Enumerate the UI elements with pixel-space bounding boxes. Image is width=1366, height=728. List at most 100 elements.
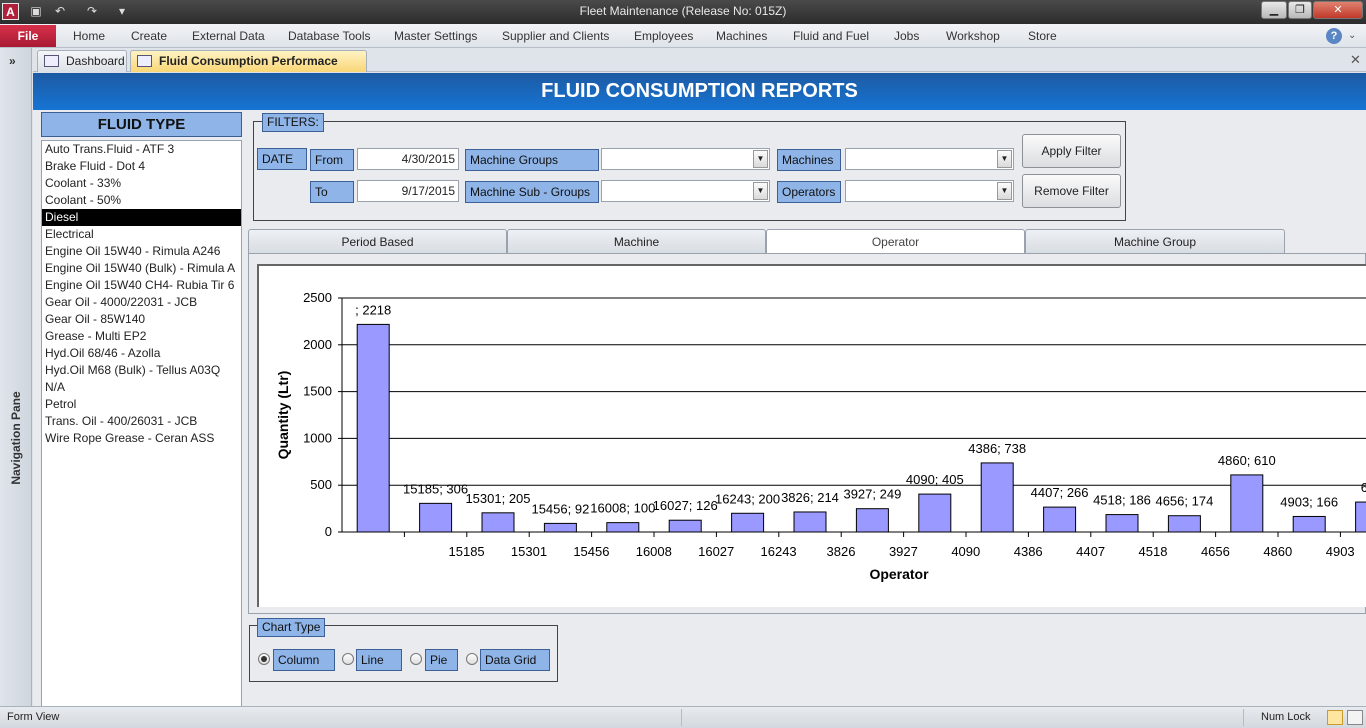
restore-button[interactable]: ❐ xyxy=(1288,1,1312,19)
ribbon-tab-store[interactable]: Store xyxy=(1028,29,1057,43)
fluid-type-item[interactable]: Electrical xyxy=(42,226,241,243)
tab-machine[interactable]: Machine xyxy=(507,229,766,254)
ribbon-tab-employees[interactable]: Employees xyxy=(634,29,693,43)
fluid-type-item[interactable]: Wire Rope Grease - Ceran ASS xyxy=(42,430,241,447)
filters-label: FILTERS: xyxy=(262,113,324,132)
fluid-type-item[interactable]: Hyd.Oil 68/46 - Azolla xyxy=(42,345,241,362)
navigation-pane[interactable]: » Navigation Pane xyxy=(0,48,32,706)
fluid-type-item[interactable]: Gear Oil - 85W140 xyxy=(42,311,241,328)
data-label: 16027; 126 xyxy=(653,498,718,513)
ribbon-tab-external-data[interactable]: External Data xyxy=(192,29,265,43)
design-view-icon[interactable] xyxy=(1347,710,1363,725)
navigation-pane-label[interactable]: Navigation Pane xyxy=(9,391,23,484)
data-grid-option-label[interactable]: Data Grid xyxy=(480,649,550,671)
close-button[interactable]: ✕ xyxy=(1313,1,1363,19)
fluid-type-item[interactable]: Trans. Oil - 400/26031 - JCB xyxy=(42,413,241,430)
machine-sub-groups-combo[interactable]: ▼ xyxy=(601,180,770,202)
ribbon-tab-database-tools[interactable]: Database Tools xyxy=(288,29,371,43)
from-date-field[interactable]: 4/30/2015 xyxy=(357,148,459,170)
bar xyxy=(918,493,952,533)
data-label: 620 xyxy=(1361,480,1366,495)
pie-option-label[interactable]: Pie xyxy=(425,649,458,671)
y-axis-title: Quantity (Ltr) xyxy=(275,371,291,460)
apply-filter-button[interactable]: Apply Filter xyxy=(1022,134,1121,168)
ribbon-tab-workshop[interactable]: Workshop xyxy=(946,29,1000,43)
data-label: 15456; 92 xyxy=(531,501,589,516)
tab-operator[interactable]: Operator xyxy=(766,229,1025,254)
bar xyxy=(1292,515,1326,533)
column-option-label[interactable]: Column xyxy=(273,649,335,671)
bar xyxy=(1355,501,1366,533)
data-label: 4903; 166 xyxy=(1280,494,1338,509)
bar xyxy=(668,519,702,533)
fluid-type-item[interactable]: Hyd.Oil M68 (Bulk) - Tellus A03Q xyxy=(42,362,241,379)
tab-machine-group[interactable]: Machine Group xyxy=(1025,229,1285,254)
ribbon-tab-supplier-and-clients[interactable]: Supplier and Clients xyxy=(502,29,609,43)
fluid-type-item[interactable]: Diesel xyxy=(42,209,241,226)
view-status: Form View xyxy=(7,711,60,723)
chevron-down-icon[interactable]: ▼ xyxy=(997,150,1012,168)
form-view-icon[interactable] xyxy=(1327,710,1343,725)
form-icon xyxy=(137,55,152,67)
ribbon-tabs: File Home Create External Data Database … xyxy=(0,24,1366,48)
column-radio[interactable] xyxy=(258,653,270,665)
fluid-type-list[interactable]: Auto Trans.Fluid - ATF 3 Brake Fluid - Do… xyxy=(41,140,242,728)
ribbon-collapse-icon[interactable]: ⌄ xyxy=(1348,28,1362,44)
data-label: 4386; 738 xyxy=(968,441,1026,456)
bar xyxy=(731,512,765,533)
fluid-type-item[interactable]: Engine Oil 15W40 (Bulk) - Rimula A xyxy=(42,260,241,277)
bar xyxy=(793,511,827,533)
operators-label: Operators xyxy=(777,181,841,203)
remove-filter-button[interactable]: Remove Filter xyxy=(1022,174,1121,208)
ribbon-tab-master-settings[interactable]: Master Settings xyxy=(394,29,477,43)
x-tick-label: 4407 xyxy=(1076,544,1105,559)
ribbon-tab-fluid-and-fuel[interactable]: Fluid and Fuel xyxy=(793,29,869,43)
tab-period-based[interactable]: Period Based xyxy=(248,229,507,254)
doc-tab-fluid-report[interactable]: Fluid Consumption Performace Report xyxy=(130,50,367,88)
data-label: 4090; 405 xyxy=(906,472,964,487)
status-separator xyxy=(681,709,682,726)
machines-combo[interactable]: ▼ xyxy=(845,148,1014,170)
chevron-down-icon[interactable]: ▼ xyxy=(753,182,768,200)
fluid-type-item[interactable]: Petrol xyxy=(42,396,241,413)
ribbon-tab-jobs[interactable]: Jobs xyxy=(894,29,919,43)
to-date-field[interactable]: 9/17/2015 xyxy=(357,180,459,202)
ribbon-tab-machines[interactable]: Machines xyxy=(716,29,767,43)
ribbon-tab-home[interactable]: Home xyxy=(73,29,105,43)
operators-combo[interactable]: ▼ xyxy=(845,180,1014,202)
chevron-down-icon[interactable]: ▼ xyxy=(753,150,768,168)
data-label: 4656; 174 xyxy=(1155,494,1213,509)
machine-groups-combo[interactable]: ▼ xyxy=(601,148,770,170)
chart-type-label: Chart Type xyxy=(257,618,326,637)
minimize-button[interactable]: ▁ xyxy=(1261,1,1287,19)
pie-radio[interactable] xyxy=(410,653,422,665)
file-tab[interactable]: File xyxy=(0,25,56,47)
help-icon[interactable]: ? xyxy=(1326,28,1342,44)
data-grid-radio[interactable] xyxy=(466,653,478,665)
fluid-type-item[interactable]: Auto Trans.Fluid - ATF 3 xyxy=(42,141,241,158)
line-radio[interactable] xyxy=(342,653,354,665)
chevron-down-icon[interactable]: ▼ xyxy=(997,182,1012,200)
fluid-type-item[interactable]: Coolant - 33% xyxy=(42,175,241,192)
operator-chart: 0 500 1000 1500 2000 2500 ; 2218 15185; 306 1518… xyxy=(275,290,1366,582)
y-tick-label: 1500 xyxy=(303,384,332,399)
fluid-type-item[interactable]: Brake Fluid - Dot 4 xyxy=(42,158,241,175)
fluid-type-item[interactable]: N/A xyxy=(42,379,241,396)
line-option-label[interactable]: Line xyxy=(356,649,402,671)
fluid-type-item[interactable]: Gear Oil - 4000/22031 - JCB xyxy=(42,294,241,311)
fluid-type-item[interactable]: Engine Oil 15W40 CH4- Rubia Tir 6 xyxy=(42,277,241,294)
ribbon-tab-create[interactable]: Create xyxy=(131,29,167,43)
x-tick-label: 15185 xyxy=(449,544,485,559)
x-tick-label: 4903 xyxy=(1326,544,1355,559)
doc-tab-dashboard[interactable]: Dashboard xyxy=(37,50,127,72)
x-axis-title: Operator xyxy=(869,566,929,582)
fluid-type-item[interactable]: Coolant - 50% xyxy=(42,192,241,209)
chart-type-group: Chart Type Column Line Pie Data Grid xyxy=(249,618,558,682)
fluid-type-item[interactable]: Grease - Multi EP2 xyxy=(42,328,241,345)
x-tick-label: 16008 xyxy=(636,544,672,559)
close-document-icon[interactable]: ✕ xyxy=(1350,52,1361,68)
y-tick-label: 0 xyxy=(325,524,332,539)
fluid-type-item[interactable]: Engine Oil 15W40 - Rimula A246 xyxy=(42,243,241,260)
nav-expand-icon[interactable]: » xyxy=(9,54,16,68)
operator-tab-page: 0 500 1000 1500 2000 2500 ; 2218 15185; 306 1518… xyxy=(248,253,1366,614)
